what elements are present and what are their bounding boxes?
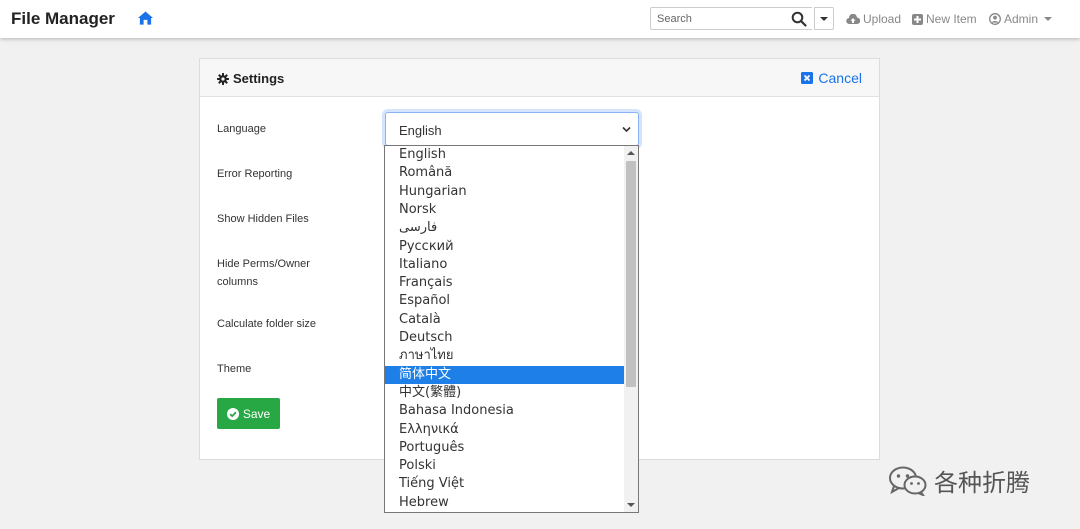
language-option-italiano[interactable]: Italiano <box>385 256 624 274</box>
admin-menu[interactable]: Admin <box>989 12 1053 26</box>
scroll-down-icon[interactable] <box>627 503 635 507</box>
new-item-link[interactable]: New Item <box>912 12 977 26</box>
save-button[interactable]: Save <box>217 398 280 429</box>
search-group <box>650 7 834 30</box>
gear-icon <box>217 72 229 85</box>
language-option-hebrew[interactable]: Hebrew <box>385 494 624 512</box>
upload-link[interactable]: Upload <box>846 12 901 26</box>
settings-header: Settings Cancel <box>200 59 879 97</box>
watermark: 各种折腾 <box>888 463 1030 498</box>
check-circle-icon <box>226 407 239 420</box>
plus-square-icon <box>912 13 923 25</box>
scroll-up-icon[interactable] <box>627 151 635 155</box>
user-circle-icon <box>989 13 1001 25</box>
search-icon[interactable] <box>791 11 807 27</box>
language-option-deutsch[interactable]: Deutsch <box>385 329 624 347</box>
language-label: Language <box>217 123 266 135</box>
caret-down-icon <box>820 16 828 21</box>
close-square-icon <box>801 72 814 84</box>
language-option-francais[interactable]: Français <box>385 274 624 292</box>
hide-perms-label-line2: columns <box>217 276 258 288</box>
new-item-label: New Item <box>926 12 977 26</box>
language-dropdown-list[interactable]: English Română Hungarian Norsk فارسی Рус… <box>384 145 639 513</box>
brand-title[interactable]: File Manager <box>11 9 115 29</box>
wechat-icon <box>889 466 927 496</box>
language-option-simplified-chinese[interactable]: 简体中文 <box>385 365 624 384</box>
hide-perms-label-line1: Hide Perms/Owner <box>217 258 310 270</box>
language-option-greek[interactable]: Ελληνικά <box>385 421 624 439</box>
language-select[interactable]: English <box>385 112 639 146</box>
cloud-upload-icon <box>846 13 860 24</box>
language-option-norsk[interactable]: Norsk <box>385 201 624 219</box>
cancel-button[interactable]: Cancel <box>801 70 862 86</box>
calculate-folder-size-label: Calculate folder size <box>217 318 317 330</box>
language-option-russian[interactable]: Русский <box>385 238 624 256</box>
caret-down-icon <box>1044 17 1053 21</box>
dropdown-scrollbar[interactable] <box>624 146 638 512</box>
search-options-button[interactable] <box>814 7 834 30</box>
language-option-english[interactable]: English <box>385 146 624 164</box>
language-select-value: English <box>399 123 442 138</box>
language-option-hungarian[interactable]: Hungarian <box>385 183 624 201</box>
language-option-thai[interactable]: ภาษาไทย <box>385 347 624 365</box>
save-label: Save <box>242 406 271 421</box>
settings-title: Settings <box>217 71 284 86</box>
language-option-polski[interactable]: Polski <box>385 457 624 475</box>
cancel-label: Cancel <box>818 70 862 86</box>
language-option-espanol[interactable]: Español <box>385 292 624 310</box>
language-option-traditional-chinese[interactable]: 中文(繁體) <box>385 384 624 402</box>
home-icon[interactable] <box>138 11 153 25</box>
admin-label: Admin <box>1004 12 1039 26</box>
search-input[interactable] <box>650 7 812 30</box>
error-reporting-label: Error Reporting <box>217 168 293 180</box>
show-hidden-files-label: Show Hidden Files <box>217 213 309 225</box>
language-option-romana[interactable]: Română <box>385 164 624 182</box>
scrollbar-thumb[interactable] <box>626 161 636 387</box>
navbar: File Manager Upload New Item <box>0 0 1080 38</box>
language-option-portugues[interactable]: Português <box>385 439 624 457</box>
watermark-text: 各种折腾 <box>934 469 1030 497</box>
language-option-farsi[interactable]: فارسی <box>385 219 624 237</box>
language-option-catala[interactable]: Català <box>385 311 624 329</box>
settings-title-text: Settings <box>233 71 285 86</box>
language-option-bahasa-indonesia[interactable]: Bahasa Indonesia <box>385 402 624 420</box>
upload-label: Upload <box>863 12 902 26</box>
hide-perms-label: Hide Perms/Owner columns <box>217 255 327 291</box>
language-option-vietnamese[interactable]: Tiếng Việt <box>385 475 624 493</box>
theme-label: Theme <box>217 363 252 375</box>
chevron-down-icon <box>622 126 631 133</box>
